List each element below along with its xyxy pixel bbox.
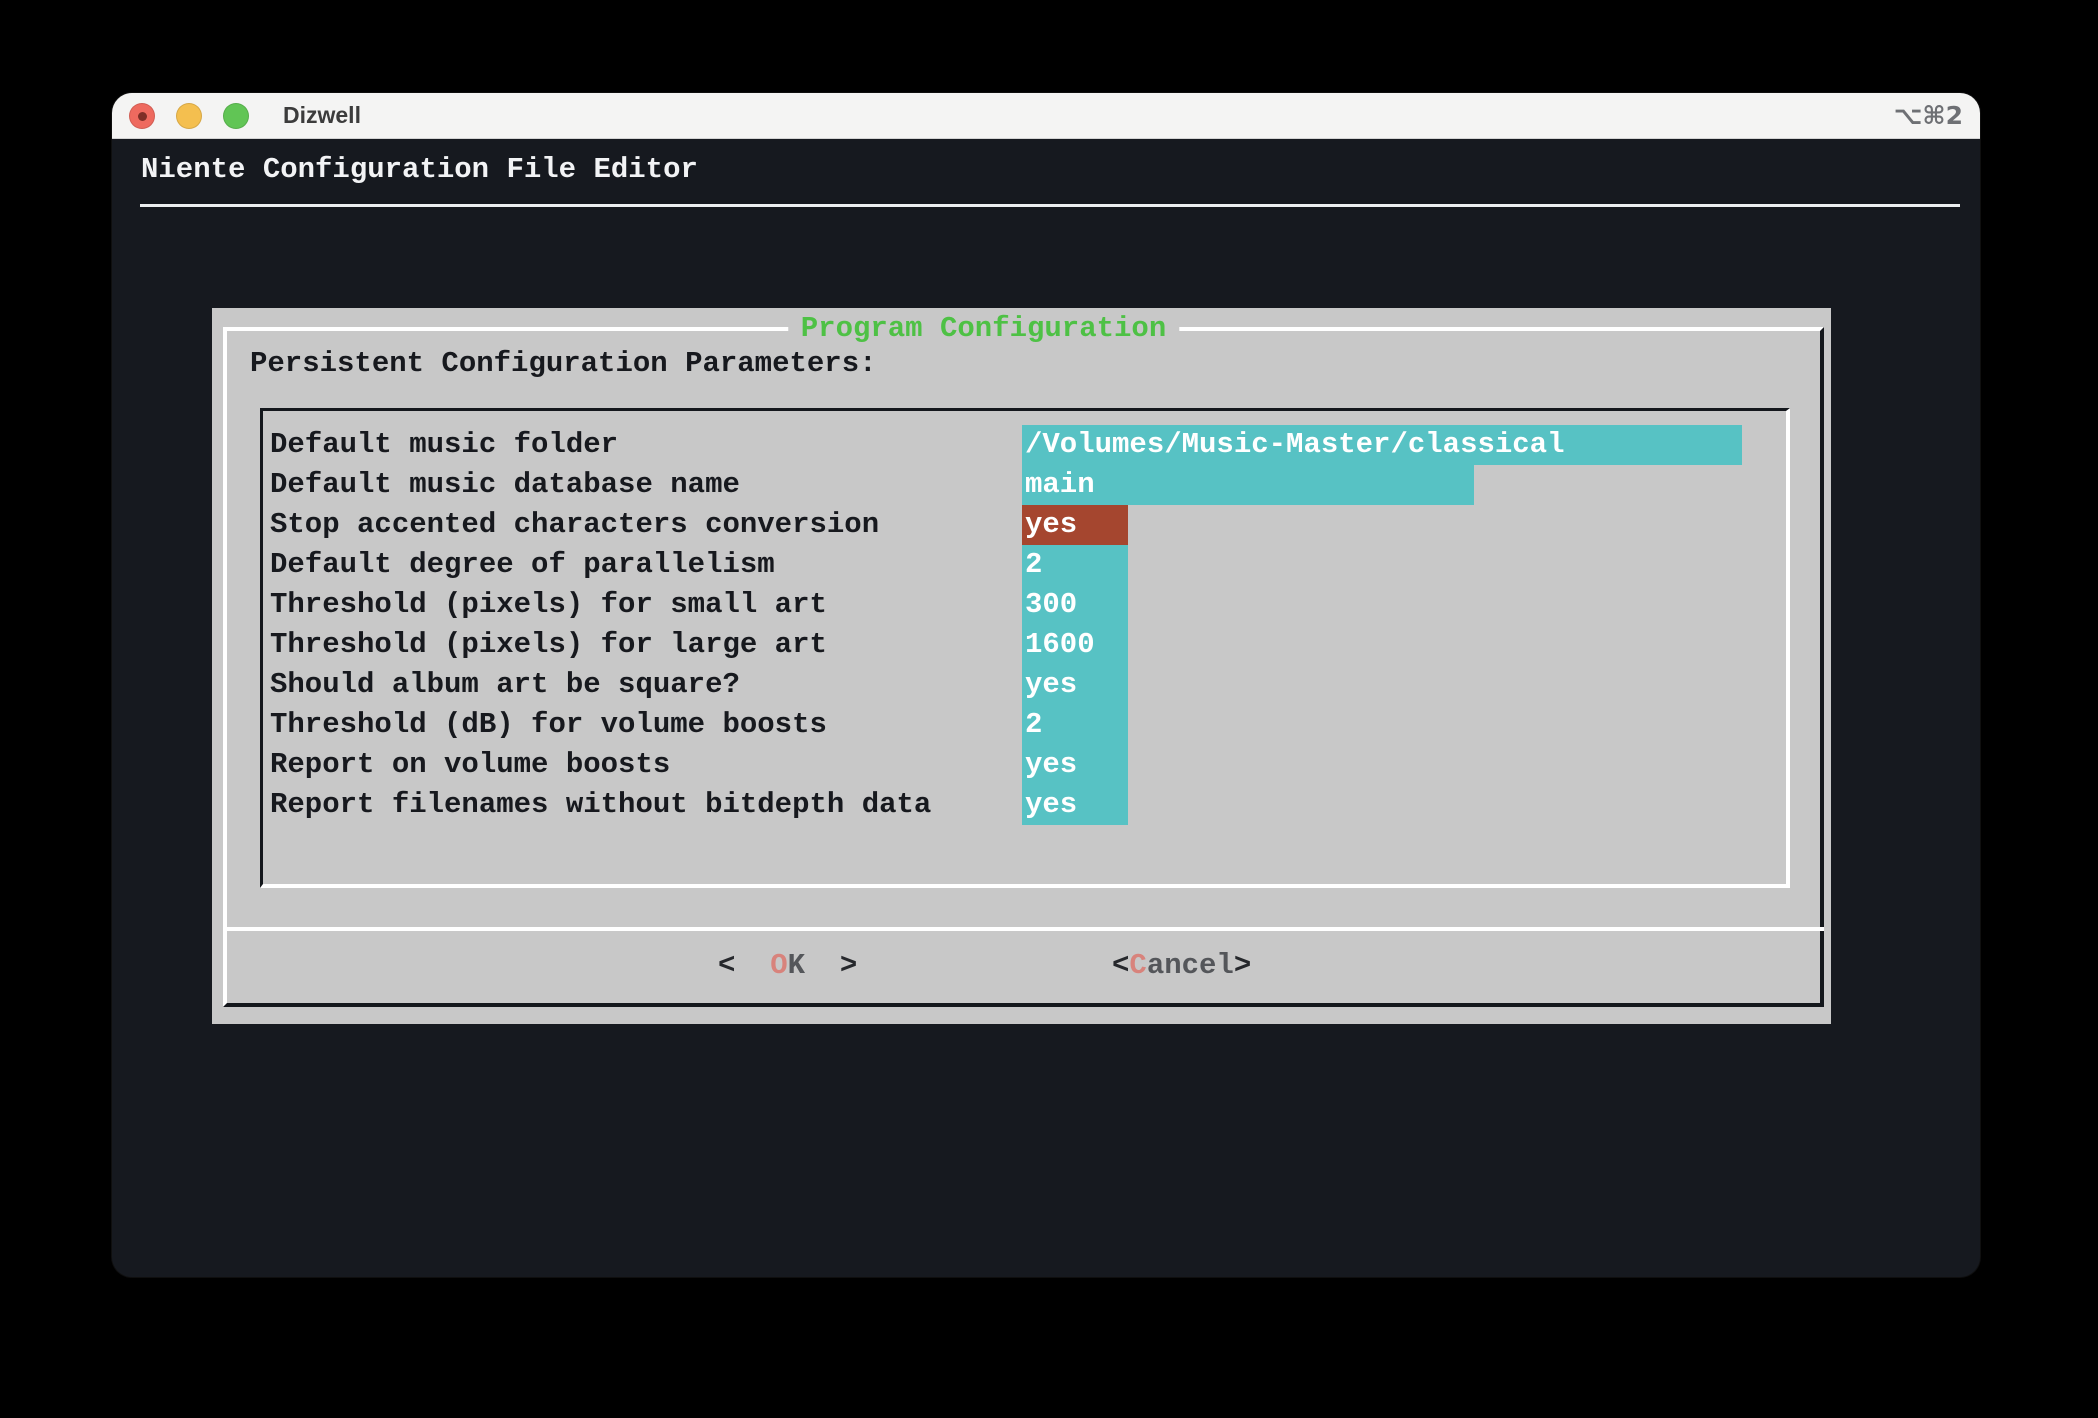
config-value-field[interactable]: yes xyxy=(1022,745,1128,785)
minimize-button[interactable] xyxy=(176,103,202,129)
config-label: Stop accented characters conversion xyxy=(263,505,879,545)
cancel-button[interactable]: <Cancel> xyxy=(1112,946,1251,986)
ok-button[interactable]: < OK > xyxy=(718,946,857,986)
cancel-hotkey: C xyxy=(1129,949,1146,982)
config-label: Default degree of parallelism xyxy=(263,545,775,585)
config-label: Report on volume boosts xyxy=(263,745,670,785)
config-value-field[interactable]: 300 xyxy=(1022,585,1128,625)
close-button-dot-icon xyxy=(138,112,147,121)
header-rule xyxy=(140,204,1960,207)
config-value-field[interactable]: /Volumes/Music-Master/classical xyxy=(1022,425,1742,465)
config-label: Default music folder xyxy=(263,425,618,465)
ok-label-rest: K xyxy=(788,949,805,982)
config-label: Default music database name xyxy=(263,465,740,505)
config-list: Default music folder /Volumes/Music-Mast… xyxy=(260,408,1790,888)
ok-hotkey: O xyxy=(770,949,787,982)
config-value-field[interactable]: 2 xyxy=(1022,705,1128,745)
config-row: Threshold (dB) for volume boosts 2 xyxy=(263,705,1786,745)
button-separator xyxy=(223,927,1824,931)
traffic-lights xyxy=(129,103,249,129)
config-label: Report filenames without bitdepth data xyxy=(263,785,931,825)
config-label: Threshold (dB) for volume boosts xyxy=(263,705,827,745)
ok-bracket-right: > xyxy=(805,949,857,982)
dialog-title: Program Configuration xyxy=(788,309,1179,349)
config-value-field[interactable]: yes xyxy=(1022,665,1128,705)
config-row: Default music folder /Volumes/Music-Mast… xyxy=(263,425,1786,465)
config-value-field[interactable]: 2 xyxy=(1022,545,1128,585)
zoom-button[interactable] xyxy=(223,103,249,129)
titlebar: Dizwell ⌥⌘2 xyxy=(112,93,1980,139)
config-row: Default degree of parallelism 2 xyxy=(263,545,1786,585)
terminal-screen: Niente Configuration File Editor Program… xyxy=(112,139,1980,1277)
cancel-label-rest: ancel xyxy=(1147,949,1234,982)
config-value-field[interactable]: main xyxy=(1022,465,1474,505)
window-title: Dizwell xyxy=(283,93,361,138)
ok-bracket-left: < xyxy=(718,949,770,982)
config-row: Should album art be square? yes xyxy=(263,665,1786,705)
config-label: Should album art be square? xyxy=(263,665,740,705)
close-button[interactable] xyxy=(129,103,155,129)
config-label: Threshold (pixels) for large art xyxy=(263,625,827,665)
config-row: Report filenames without bitdepth data y… xyxy=(263,785,1786,825)
cancel-bracket-right: > xyxy=(1234,949,1251,982)
config-value-field[interactable]: 1600 xyxy=(1022,625,1128,665)
config-row: Default music database name main xyxy=(263,465,1786,505)
terminal-window: Dizwell ⌥⌘2 Niente Configuration File Ed… xyxy=(112,93,1980,1277)
window-shortcut-label: ⌥⌘2 xyxy=(1894,93,1963,138)
config-row: Stop accented characters conversion yes xyxy=(263,505,1786,545)
config-value-field[interactable]: yes xyxy=(1022,785,1128,825)
cancel-bracket-left: < xyxy=(1112,949,1129,982)
app-title: Niente Configuration File Editor xyxy=(141,150,698,190)
config-label: Threshold (pixels) for small art xyxy=(263,585,827,625)
config-dialog: Program Configuration Persistent Configu… xyxy=(212,308,1831,1024)
config-row: Threshold (pixels) for large art 1600 xyxy=(263,625,1786,665)
config-row: Threshold (pixels) for small art 300 xyxy=(263,585,1786,625)
dialog-subtitle: Persistent Configuration Parameters: xyxy=(250,344,877,384)
config-value-field-selected[interactable]: yes xyxy=(1022,505,1128,545)
config-row: Report on volume boosts yes xyxy=(263,745,1786,785)
